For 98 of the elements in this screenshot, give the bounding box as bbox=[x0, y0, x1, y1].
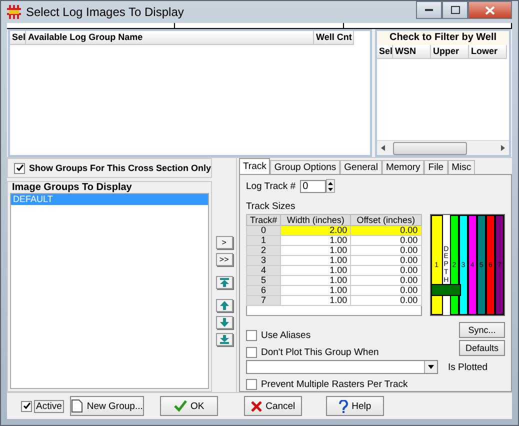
maximize-icon bbox=[450, 6, 460, 14]
table-cell: 0.00 bbox=[350, 286, 422, 296]
move-top-button[interactable] bbox=[216, 276, 233, 289]
scroll-thumb[interactable] bbox=[393, 142, 467, 154]
move-button[interactable]: >> bbox=[216, 253, 233, 266]
table-cell: 0 bbox=[246, 226, 281, 236]
table-cell: 1.00 bbox=[280, 276, 351, 286]
condition-dropdown[interactable] bbox=[246, 360, 438, 374]
tab[interactable]: General bbox=[340, 160, 382, 174]
column-header[interactable]: Lower bbox=[469, 45, 507, 59]
table-row[interactable]: 3 1.00 0.00 bbox=[246, 256, 422, 266]
table-cell: 6 bbox=[246, 286, 281, 296]
column-header: Offset (inches) bbox=[350, 214, 422, 226]
new-button[interactable]: New Group... bbox=[70, 396, 144, 416]
table-row[interactable]: 6 1.00 0.00 bbox=[246, 286, 422, 296]
section-title: Track Sizes bbox=[246, 201, 296, 212]
checkbox[interactable] bbox=[21, 400, 32, 412]
column-header: Width (inches) bbox=[280, 214, 351, 226]
field-label: Is Plotted bbox=[448, 362, 488, 372]
move-bottom-icon bbox=[220, 335, 229, 344]
table-cell: 0.00 bbox=[350, 256, 422, 266]
table-cell: 2 bbox=[246, 246, 281, 256]
table-cell: 0.00 bbox=[350, 246, 422, 256]
column-header[interactable]: Sel bbox=[377, 45, 393, 59]
cross-icon bbox=[250, 400, 262, 412]
dropdown-arrow-icon bbox=[428, 365, 434, 369]
checkbox-label: Show Groups For This Cross Section Only bbox=[29, 163, 212, 173]
close-icon bbox=[485, 6, 495, 14]
side-button[interactable]: Sync... bbox=[459, 322, 505, 338]
column-header[interactable]: Sel bbox=[10, 31, 26, 45]
move-bottom-button[interactable] bbox=[216, 333, 233, 346]
up-arrow-icon bbox=[220, 301, 229, 310]
table-cell: 1.00 bbox=[280, 286, 351, 296]
checkbox[interactable] bbox=[246, 330, 257, 341]
cancel-button[interactable]: Cancel bbox=[244, 396, 302, 416]
table-row[interactable]: 5 1.00 0.00 bbox=[246, 276, 422, 286]
spin-buttons[interactable] bbox=[326, 179, 335, 193]
minimize-button[interactable] bbox=[416, 1, 442, 19]
checkbox-label: Don't Plot This Group When bbox=[260, 347, 379, 358]
table-cell: 1.00 bbox=[280, 266, 351, 276]
table-cell: 3 bbox=[246, 256, 281, 266]
track-marker bbox=[430, 284, 461, 296]
down-arrow-icon bbox=[220, 318, 229, 327]
checkbox-label: Use Aliases bbox=[260, 330, 311, 341]
tab[interactable]: Track bbox=[238, 158, 270, 174]
table-cell: 1.00 bbox=[280, 246, 351, 256]
column-header[interactable]: Well Cnt bbox=[314, 31, 354, 45]
document-icon bbox=[70, 399, 83, 413]
checkbox-label: Prevent Multiple Rasters Per Track bbox=[260, 379, 408, 390]
scroll-right-icon[interactable] bbox=[501, 145, 505, 151]
tab[interactable]: Group Options bbox=[270, 160, 340, 174]
checkbox[interactable] bbox=[246, 379, 257, 390]
panel-title: Check to Filter by Well bbox=[377, 31, 509, 45]
maximize-button[interactable] bbox=[442, 1, 468, 19]
move-down-button[interactable] bbox=[216, 316, 233, 329]
app-icon bbox=[7, 5, 21, 19]
close-button[interactable] bbox=[468, 1, 512, 19]
tab[interactable]: File bbox=[424, 160, 448, 174]
log-track-field[interactable]: 0 bbox=[300, 180, 326, 192]
scroll-left-icon[interactable] bbox=[381, 145, 385, 151]
help-button[interactable]: Help bbox=[326, 396, 384, 416]
checkbox[interactable] bbox=[14, 162, 25, 174]
tab[interactable]: Memory bbox=[382, 160, 424, 174]
table-cell: 1.00 bbox=[280, 296, 351, 306]
table-cell: 7 bbox=[246, 296, 281, 306]
move-button[interactable]: > bbox=[216, 236, 233, 249]
table-cell: 0.00 bbox=[350, 276, 422, 286]
table-row[interactable]: 0 2.00 0.00 bbox=[246, 226, 422, 236]
group-title: Image Groups To Display bbox=[12, 182, 132, 193]
table-cell: 1 bbox=[246, 236, 281, 246]
table-cell: 4 bbox=[246, 266, 281, 276]
minimize-icon bbox=[425, 9, 433, 11]
checkbox-label: Active bbox=[34, 400, 64, 412]
column-header[interactable]: Available Log Group Name bbox=[26, 31, 314, 45]
side-button[interactable]: Defaults bbox=[459, 340, 505, 356]
column-header: Track# bbox=[246, 214, 281, 226]
table-row[interactable]: 1 1.00 0.00 bbox=[246, 236, 422, 246]
table-row[interactable]: 7 1.00 0.00 bbox=[246, 296, 422, 306]
move-top-icon bbox=[220, 278, 229, 287]
tab[interactable]: Misc bbox=[448, 160, 476, 174]
checkbox[interactable] bbox=[246, 347, 257, 358]
table-cell: 5 bbox=[246, 276, 281, 286]
table-row[interactable]: 2 1.00 0.00 bbox=[246, 246, 422, 256]
checkmark-icon bbox=[174, 400, 186, 412]
field-label: Log Track # bbox=[246, 180, 296, 192]
table-cell: 0.00 bbox=[350, 296, 422, 306]
table-cell: 0.00 bbox=[350, 266, 422, 276]
table-cell: 1.00 bbox=[280, 236, 351, 246]
column-header[interactable]: Upper bbox=[431, 45, 469, 59]
table-cell: 1.00 bbox=[280, 256, 351, 266]
window-title: Select Log Images To Display bbox=[26, 5, 184, 19]
move-up-button[interactable] bbox=[216, 299, 233, 312]
question-mark-icon bbox=[338, 400, 348, 412]
column-header[interactable]: WSN bbox=[393, 45, 431, 59]
ok-button[interactable]: OK bbox=[160, 396, 218, 416]
horizontal-scrollbar[interactable] bbox=[377, 140, 509, 155]
table-cell: 0.00 bbox=[350, 236, 422, 246]
table-row[interactable]: 4 1.00 0.00 bbox=[246, 266, 422, 276]
